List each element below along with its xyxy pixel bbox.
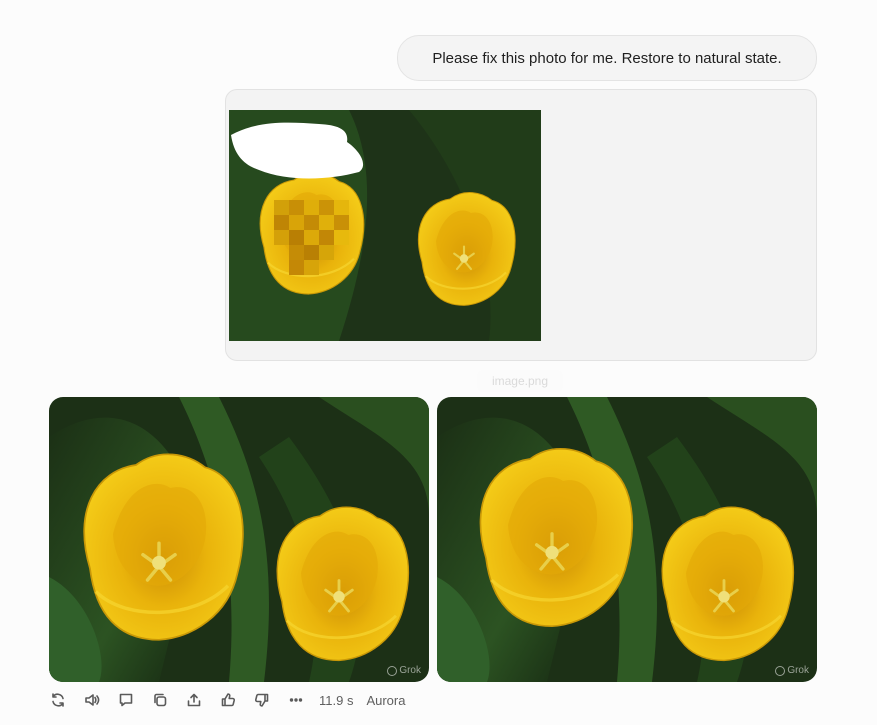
grok-watermark: Grok	[387, 665, 421, 676]
share-icon[interactable]	[183, 689, 205, 711]
read-aloud-icon[interactable]	[81, 689, 103, 711]
copy-icon[interactable]	[149, 689, 171, 711]
attached-image[interactable]	[229, 110, 541, 341]
grok-watermark: Grok	[775, 665, 809, 676]
grok-logo-icon	[387, 665, 398, 676]
attachment-card	[225, 89, 817, 361]
comment-icon[interactable]	[115, 689, 137, 711]
thumbs-down-icon[interactable]	[251, 689, 273, 711]
watermark-text: Grok	[399, 665, 421, 676]
thumbs-up-icon[interactable]	[217, 689, 239, 711]
user-message-text: Please fix this photo for me. Restore to…	[432, 49, 782, 67]
more-icon[interactable]	[285, 689, 307, 711]
model-name: Aurora	[366, 692, 406, 708]
regenerate-icon[interactable]	[47, 689, 69, 711]
attachment-filename: image.png	[477, 370, 563, 392]
user-message-bubble: Please fix this photo for me. Restore to…	[397, 35, 817, 81]
watermark-text: Grok	[787, 665, 809, 676]
generated-image-2[interactable]: Grok	[437, 397, 817, 682]
grok-logo-icon	[775, 665, 786, 676]
response-duration: 11.9 s	[319, 692, 354, 708]
generated-image-1[interactable]: Grok	[49, 397, 429, 682]
response-toolbar: 11.9 s Aurora	[47, 688, 405, 712]
